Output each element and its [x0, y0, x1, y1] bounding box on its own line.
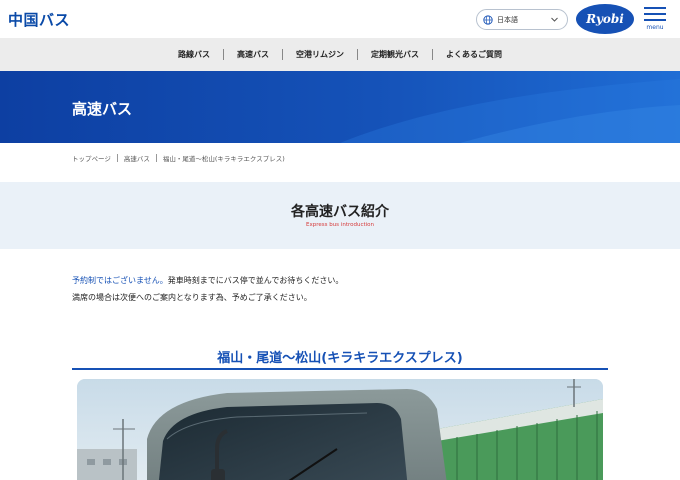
breadcrumb-divider [155, 154, 157, 162]
section-title: 各高速バス紹介 [291, 204, 389, 220]
bus-photo [77, 379, 603, 480]
notice-line-1-text: 発車時刻までにバス停で並んでお待ちください。 [167, 276, 344, 285]
chevron-down-icon [551, 17, 558, 22]
nav-item-faq[interactable]: よくあるご質問 [433, 49, 515, 60]
notice-line-2: 満席の場合は次便へのご案内となります為、予めご了承ください。 [72, 293, 312, 302]
language-select[interactable]: 日本語 [476, 9, 568, 30]
route-title: 福山・尾道〜松山(キラキラエクスプレス) [217, 351, 463, 366]
site-logo[interactable]: 中国バス [8, 9, 70, 30]
bus-photo-illustration [77, 379, 603, 480]
route-title-underline [72, 368, 608, 370]
nav-item-airport-limousine[interactable]: 空港リムジン [283, 49, 357, 60]
breadcrumb-divider [116, 154, 118, 162]
notice-line-1: 予約制ではございません。発車時刻までにバス停で並んでお待ちください。 [72, 275, 343, 286]
breadcrumb-item-top[interactable]: トップページ [72, 153, 111, 163]
language-selected-value: 日本語 [497, 15, 518, 24]
menu-button[interactable]: menu [643, 7, 667, 35]
notice-highlight: 予約制ではございません。 [72, 276, 168, 285]
nav-item-sightseeing-bus[interactable]: 定期観光バス [358, 49, 432, 60]
section-subtitle: Express bus introduction [305, 222, 375, 228]
ryobi-logo[interactable]: Ryobi [576, 4, 634, 34]
breadcrumb: トップページ 高速バス 福山・尾道〜松山(キラキラエクスプレス) [72, 153, 285, 163]
menu-label: menu [646, 24, 664, 31]
page-title: 高速バス [72, 100, 133, 118]
global-nav: 路線バス 高速バス 空港リムジン 定期観光バス よくあるご質問 [0, 38, 680, 71]
breadcrumb-item-express-bus[interactable]: 高速バス [124, 153, 150, 163]
hamburger-icon [644, 7, 666, 9]
hamburger-icon [644, 19, 666, 21]
hamburger-icon [644, 13, 666, 15]
breadcrumb-item-current: 福山・尾道〜松山(キラキラエクスプレス) [162, 155, 285, 163]
hero-banner: 高速バス [0, 71, 680, 143]
ryobi-logo-text: Ryobi [586, 12, 624, 26]
nav-item-express-bus[interactable]: 高速バス [224, 49, 282, 60]
nav-item-route-bus[interactable]: 路線バス [165, 49, 223, 60]
site-header: 中国バス 日本語 Ryobi menu [0, 0, 680, 38]
globe-icon [483, 14, 493, 25]
